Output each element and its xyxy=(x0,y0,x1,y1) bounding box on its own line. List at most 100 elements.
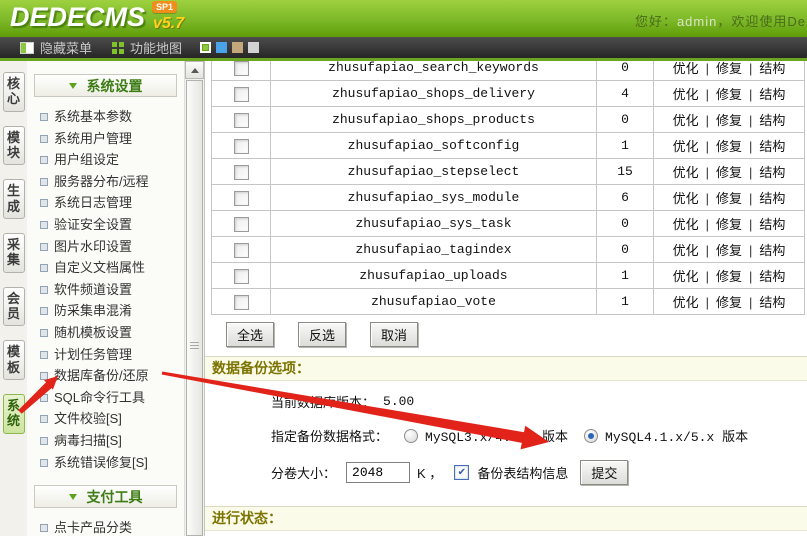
repair-link[interactable]: 修复 xyxy=(716,295,742,310)
structure-link[interactable]: 结构 xyxy=(759,269,785,284)
row-checkbox[interactable] xyxy=(234,269,249,284)
theme-swatch-green[interactable] xyxy=(200,42,211,53)
repair-link[interactable]: 修复 xyxy=(716,217,742,232)
optimize-link[interactable]: 优化 xyxy=(673,191,699,206)
menu-scrollbar[interactable] xyxy=(184,61,205,536)
optimize-link[interactable]: 优化 xyxy=(673,217,699,232)
tabstrip-tab-4[interactable]: 采集 xyxy=(3,233,25,273)
repair-link[interactable]: 修复 xyxy=(716,113,742,128)
row-checkbox[interactable] xyxy=(234,87,249,102)
row-checkbox[interactable] xyxy=(234,139,249,154)
structure-link[interactable]: 结构 xyxy=(759,243,785,258)
optimize-link[interactable]: 优化 xyxy=(673,61,699,76)
menu-item-s1-2[interactable]: 系统用户管理 xyxy=(27,128,184,150)
menu-item-label: 系统日志管理 xyxy=(54,195,132,210)
row-checkbox[interactable] xyxy=(234,165,249,180)
menu-item-label: 软件频道设置 xyxy=(54,282,132,297)
menu-item-s1-4[interactable]: 服务器分布/远程 xyxy=(27,171,184,193)
bullet-icon xyxy=(40,199,48,207)
volume-size-input[interactable] xyxy=(346,462,410,483)
hide-menu-button[interactable]: 隐藏菜单 xyxy=(20,38,92,57)
menu-item-s1-3[interactable]: 用户组设定 xyxy=(27,149,184,171)
structure-link[interactable]: 结构 xyxy=(759,139,785,154)
structure-link[interactable]: 结构 xyxy=(759,165,785,180)
scrollbar-thumb[interactable] xyxy=(186,80,203,536)
tabstrip-tab-7[interactable]: 系统 xyxy=(3,394,25,434)
tabstrip-tab-1[interactable]: 核心 xyxy=(3,72,25,112)
row-checkbox[interactable] xyxy=(234,191,249,206)
menu-item-s1-5[interactable]: 系统日志管理 xyxy=(27,192,184,214)
row-checkbox[interactable] xyxy=(234,217,249,232)
menu-item-s1-14[interactable]: SQL命令行工具 xyxy=(27,387,184,409)
menu-item-s1-15[interactable]: 文件校验[S] xyxy=(27,408,184,430)
bullet-icon xyxy=(40,394,48,402)
menu-item-label: 系统基本参数 xyxy=(54,109,132,124)
repair-link[interactable]: 修复 xyxy=(716,191,742,206)
structure-link[interactable]: 结构 xyxy=(759,61,785,76)
menu-item-s1-11[interactable]: 随机模板设置 xyxy=(27,322,184,344)
action-separator: | xyxy=(706,295,709,310)
optimize-link[interactable]: 优化 xyxy=(673,87,699,102)
action-separator: | xyxy=(706,61,709,76)
row-actions-cell: 优化|修复|结构 xyxy=(654,133,805,159)
menu-item-s1-7[interactable]: 图片水印设置 xyxy=(27,236,184,258)
menu-item-s1-8[interactable]: 自定义文档属性 xyxy=(27,257,184,279)
structure-link[interactable]: 结构 xyxy=(759,87,785,102)
tabstrip-tab-3[interactable]: 生成 xyxy=(3,179,25,219)
row-checkbox[interactable] xyxy=(234,295,249,310)
menu-item-s1-6[interactable]: 验证安全设置 xyxy=(27,214,184,236)
structure-link[interactable]: 结构 xyxy=(759,113,785,128)
tabstrip-tab-2[interactable]: 模块 xyxy=(3,126,25,166)
mysql41-radio[interactable] xyxy=(584,429,598,443)
menu-item-s1-10[interactable]: 防采集串混淆 xyxy=(27,300,184,322)
optimize-link[interactable]: 优化 xyxy=(673,243,699,258)
submit-button[interactable]: 提交 xyxy=(580,460,628,485)
optimize-link[interactable]: 优化 xyxy=(673,139,699,154)
backup-structure-label: 备份表结构信息 xyxy=(477,463,568,482)
menu-item-s1-9[interactable]: 软件频道设置 xyxy=(27,279,184,301)
collapse-triangle-icon xyxy=(69,494,77,500)
optimize-link[interactable]: 优化 xyxy=(673,165,699,180)
repair-link[interactable]: 修复 xyxy=(716,165,742,180)
row-checkbox[interactable] xyxy=(234,243,249,258)
theme-swatch-tan[interactable] xyxy=(232,42,243,53)
repair-link[interactable]: 修复 xyxy=(716,243,742,258)
action-separator: | xyxy=(749,139,752,154)
menu-item-s2-1[interactable]: 点卡产品分类 xyxy=(27,517,184,536)
repair-link[interactable]: 修复 xyxy=(716,87,742,102)
backup-structure-checkbox[interactable] xyxy=(454,465,469,480)
repair-link[interactable]: 修复 xyxy=(716,139,742,154)
tabstrip-tab-5[interactable]: 会员 xyxy=(3,287,25,327)
optimize-link[interactable]: 优化 xyxy=(673,269,699,284)
action-separator: | xyxy=(706,269,709,284)
optimize-link[interactable]: 优化 xyxy=(673,113,699,128)
select-all-button[interactable]: 全选 xyxy=(226,322,274,347)
structure-link[interactable]: 结构 xyxy=(759,191,785,206)
repair-link[interactable]: 修复 xyxy=(716,269,742,284)
structure-link[interactable]: 结构 xyxy=(759,217,785,232)
version-label: v5.7 xyxy=(153,15,184,33)
repair-link[interactable]: 修复 xyxy=(716,61,742,76)
structure-link[interactable]: 结构 xyxy=(759,295,785,310)
row-checkbox[interactable] xyxy=(234,61,249,76)
theme-swatch-gray[interactable] xyxy=(248,42,259,53)
row-checkbox[interactable] xyxy=(234,113,249,128)
action-separator: | xyxy=(749,243,752,258)
menu-section-header-2[interactable]: 支付工具 xyxy=(34,485,177,508)
scrollbar-up-button[interactable] xyxy=(185,61,204,79)
menu-item-s1-12[interactable]: 计划任务管理 xyxy=(27,344,184,366)
optimize-link[interactable]: 优化 xyxy=(673,295,699,310)
theme-swatch-blue[interactable] xyxy=(216,42,227,53)
invert-selection-button[interactable]: 反选 xyxy=(298,322,346,347)
mysql3-radio[interactable] xyxy=(404,429,418,443)
menu-item-s1-16[interactable]: 病毒扫描[S] xyxy=(27,430,184,452)
function-map-button[interactable]: 功能地图 xyxy=(112,38,182,57)
menu-item-s1-13[interactable]: 数据库备份/还原 xyxy=(27,365,184,387)
cancel-button[interactable]: 取消 xyxy=(370,322,418,347)
masthead: DEDECMS SP1 v5.7 您好：admin，欢迎使用De xyxy=(0,0,807,37)
action-separator: | xyxy=(749,269,752,284)
tabstrip-tab-6[interactable]: 模板 xyxy=(3,340,25,380)
menu-section-header-1[interactable]: 系统设置 xyxy=(34,74,177,97)
menu-item-s1-17[interactable]: 系统错误修复[S] xyxy=(27,452,184,474)
menu-item-s1-1[interactable]: 系统基本参数 xyxy=(27,106,184,128)
